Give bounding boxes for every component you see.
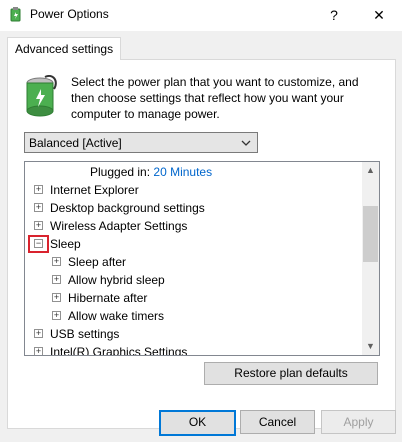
tree-item-label: USB settings — [50, 327, 120, 341]
chevron-down-icon[interactable] — [241, 133, 251, 161]
tree-item-desktop-background[interactable]: + Desktop background settings — [25, 199, 355, 217]
tree-item-sleep[interactable]: − Sleep — [25, 235, 355, 253]
apply-button[interactable]: Apply — [321, 410, 396, 434]
help-button[interactable]: ? — [312, 0, 356, 31]
power-plan-select[interactable]: Balanced [Active] — [24, 132, 258, 153]
close-button[interactable]: ✕ — [356, 0, 402, 31]
expand-icon[interactable]: + — [52, 293, 61, 302]
tree-item-label: Allow hybrid sleep — [68, 273, 165, 287]
expand-icon[interactable]: + — [34, 347, 43, 355]
cancel-button[interactable]: Cancel — [240, 410, 315, 434]
highlight-box — [28, 235, 49, 253]
expand-icon[interactable]: + — [52, 311, 61, 320]
plugged-in-value-link[interactable]: 20 Minutes — [153, 165, 212, 179]
tree-item-allow-wake-timers[interactable]: + Allow wake timers — [25, 307, 355, 325]
expand-icon[interactable]: + — [34, 221, 43, 230]
tab-advanced-settings[interactable]: Advanced settings — [7, 37, 122, 60]
tree-item-sleep-after[interactable]: + Sleep after — [25, 253, 355, 271]
power-plan-value: Balanced [Active] — [29, 136, 122, 150]
expand-icon[interactable]: + — [34, 203, 43, 212]
power-options-icon — [8, 7, 24, 26]
tree-item-allow-hybrid-sleep[interactable]: + Allow hybrid sleep — [25, 271, 355, 289]
window-title: Power Options — [30, 7, 109, 21]
tree-item-label: Sleep — [50, 237, 81, 251]
plugged-in-label: Plugged in: — [90, 165, 151, 179]
tree-item-label: Intel(R) Graphics Settings — [50, 345, 188, 356]
tree-row-plugged-in[interactable]: Plugged in: 20 Minutes — [90, 163, 212, 181]
expand-icon[interactable]: + — [34, 185, 43, 194]
tree-item-label: Allow wake timers — [68, 309, 165, 323]
tree-item-hibernate-after[interactable]: + Hibernate after — [25, 289, 355, 307]
expand-icon[interactable]: + — [52, 257, 61, 266]
dialog-body: Advanced settings Select the power plan … — [0, 31, 402, 442]
ok-button[interactable]: OK — [159, 410, 236, 436]
tree-scrollbar[interactable]: ▲ ▼ — [362, 162, 379, 355]
scroll-down-icon[interactable]: ▼ — [362, 338, 379, 355]
tree-item-label: Internet Explorer — [50, 183, 139, 197]
settings-tree[interactable]: Plugged in: 20 Minutes + Internet Explor… — [24, 161, 380, 356]
scroll-thumb[interactable] — [363, 206, 378, 262]
title-bar: Power Options ? ✕ — [0, 0, 402, 31]
tree-item-label: Hibernate after — [68, 291, 148, 305]
instructions-text: Select the power plan that you want to c… — [71, 75, 359, 121]
expand-icon[interactable]: + — [34, 329, 43, 338]
tree-item-label: Sleep after — [68, 255, 127, 269]
expand-icon[interactable]: + — [52, 275, 61, 284]
tree-item-label: Desktop background settings — [50, 201, 205, 215]
tree-item-usb-settings[interactable]: + USB settings — [25, 325, 355, 343]
tree-item-intel-graphics[interactable]: + Intel(R) Graphics Settings — [25, 343, 355, 356]
scroll-up-icon[interactable]: ▲ — [362, 162, 379, 179]
tree-item-wireless-adapter[interactable]: + Wireless Adapter Settings — [25, 217, 355, 235]
tree-item-label: Wireless Adapter Settings — [50, 219, 188, 233]
tree-item-internet-explorer[interactable]: + Internet Explorer — [25, 181, 355, 199]
battery-icon — [21, 75, 61, 122]
restore-plan-defaults-button[interactable]: Restore plan defaults — [204, 362, 378, 385]
tab-panel: Select the power plan that you want to c… — [7, 59, 396, 429]
